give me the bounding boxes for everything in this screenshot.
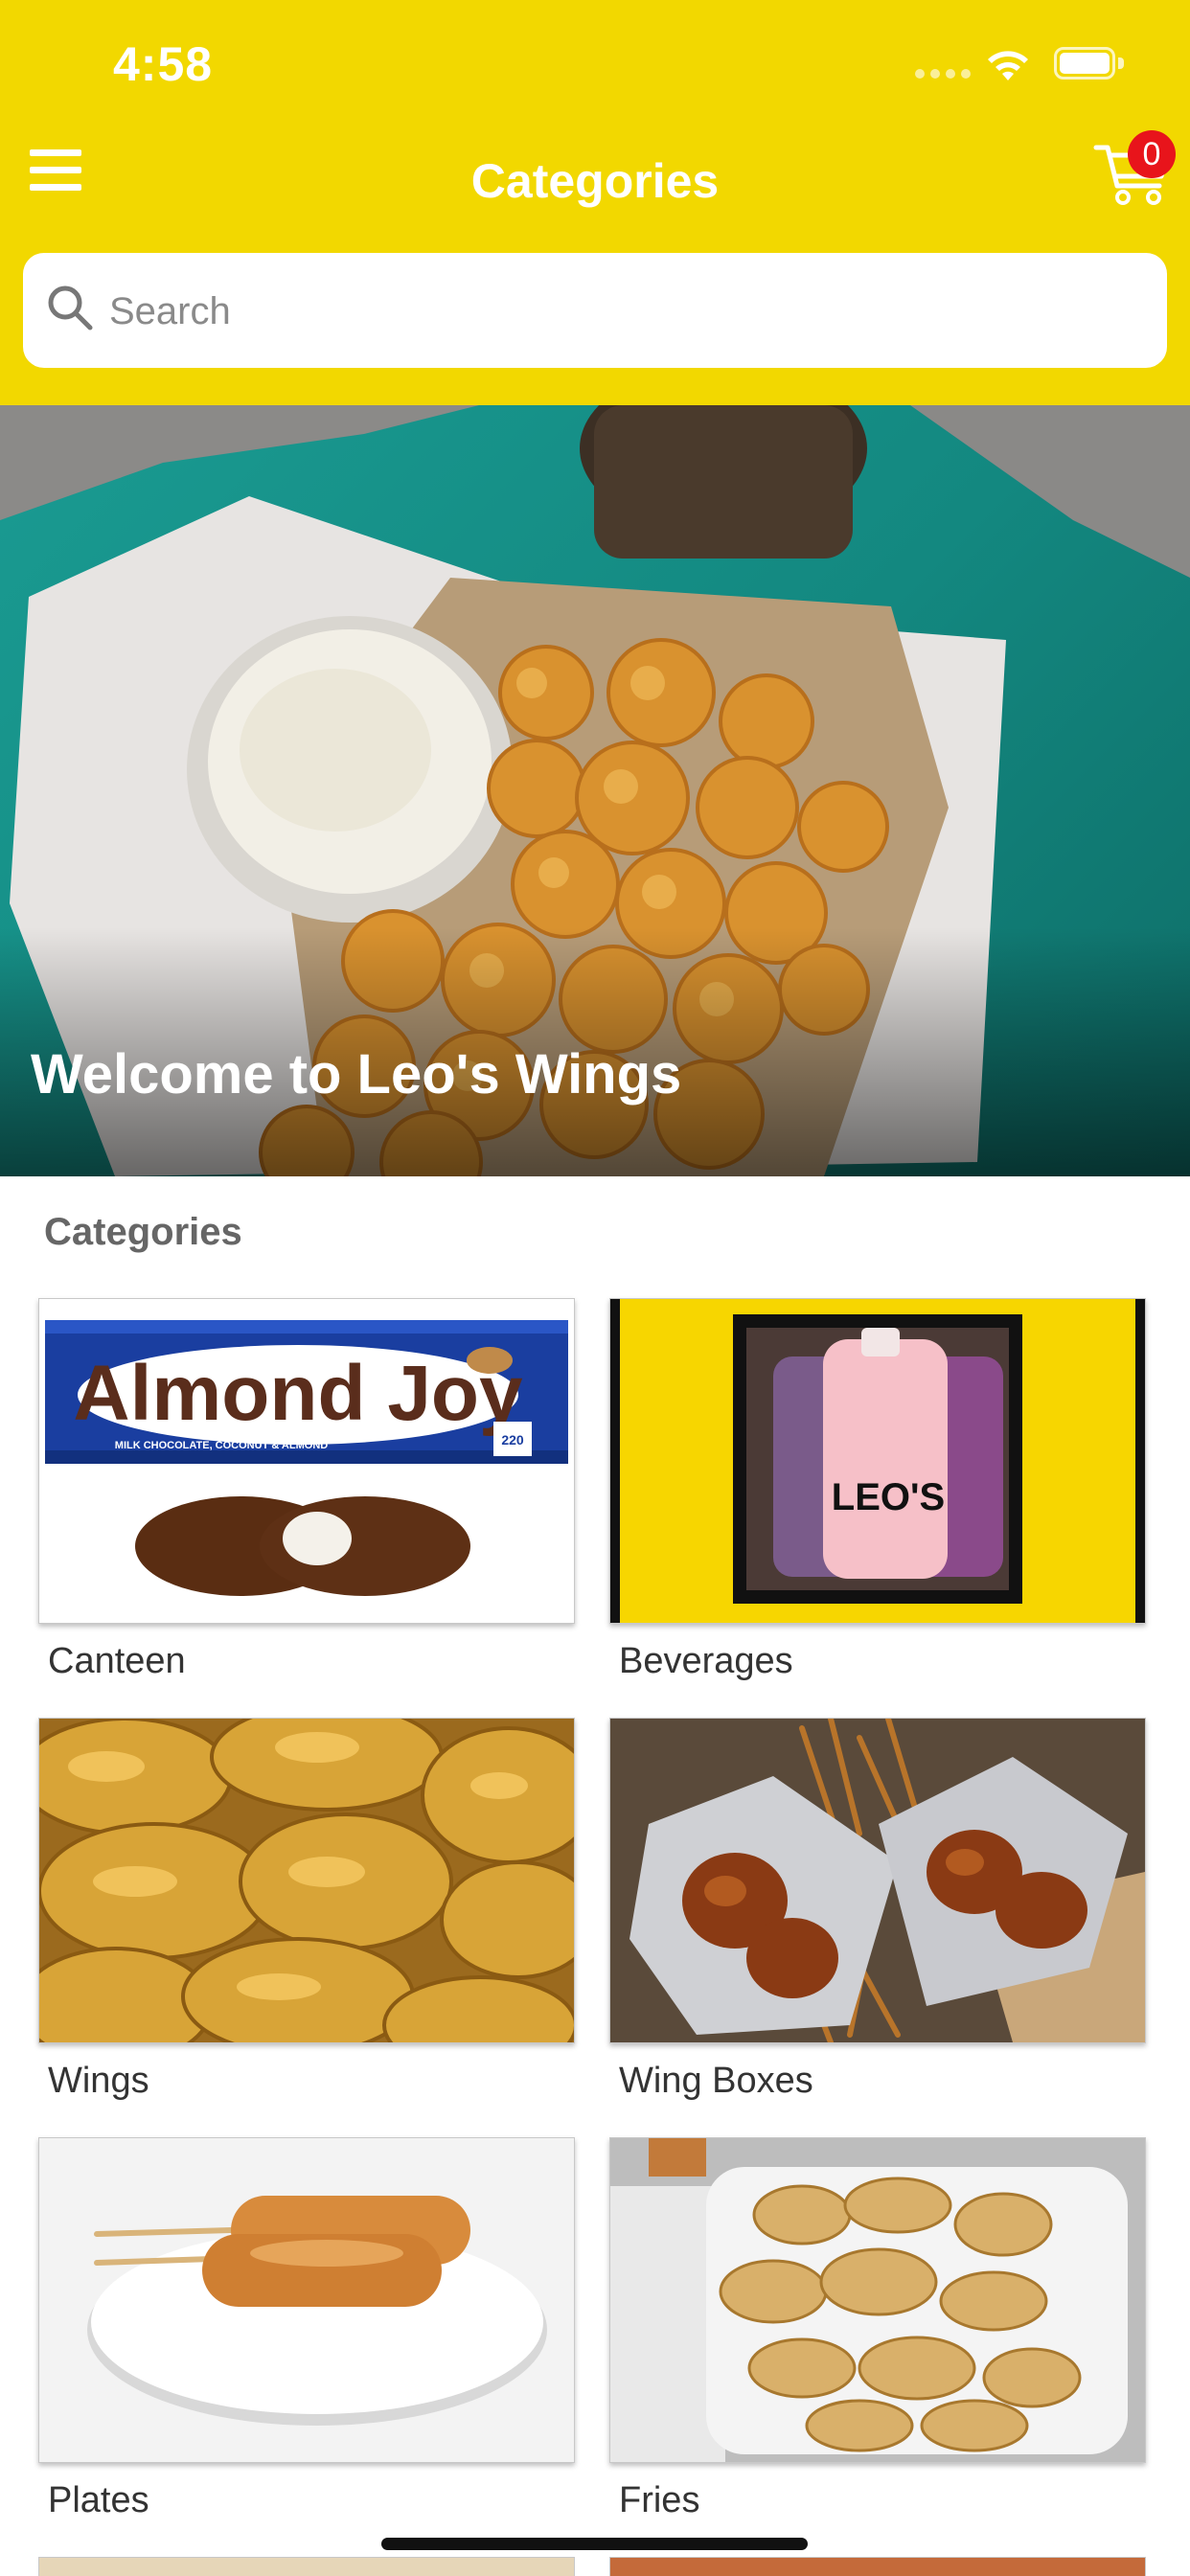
categories-heading: Categories xyxy=(44,1211,242,1253)
cart-count-badge: 0 xyxy=(1128,130,1176,178)
category-card-canteen[interactable]: Almond Joy MILK CHOCOLATE, COCONUT & ALM… xyxy=(38,1298,575,1682)
category-label-wing-boxes: Wing Boxes xyxy=(619,2061,813,2101)
search-input[interactable] xyxy=(107,253,1146,370)
battery-icon xyxy=(1054,47,1127,81)
home-indicator[interactable] xyxy=(381,2538,808,2550)
category-image-beverages: LEO'S xyxy=(609,1298,1146,1624)
category-label-canteen: Canteen xyxy=(48,1641,186,1681)
category-image-canteen: Almond Joy MILK CHOCOLATE, COCONUT & ALM… xyxy=(38,1298,575,1624)
page-title: Categories xyxy=(470,154,720,208)
category-card-beverages[interactable]: LEO'S Beverages xyxy=(609,1298,1146,1682)
cellular-signal-icon xyxy=(915,69,971,80)
wifi-icon xyxy=(988,51,1028,80)
category-card-wing-boxes[interactable]: Wing Boxes xyxy=(609,1718,1146,2102)
category-label-plates: Plates xyxy=(48,2480,149,2520)
category-card-fries[interactable]: Fries xyxy=(609,2137,1146,2521)
hero-banner: Welcome to Leo's Wings xyxy=(0,405,1190,1176)
category-card-wings[interactable]: Wings xyxy=(38,1718,575,2102)
category-label-wings: Wings xyxy=(48,2061,149,2101)
search-icon xyxy=(48,285,93,331)
status-time: 4:58 xyxy=(113,37,214,91)
category-card-partial[interactable] xyxy=(609,2557,1146,2576)
hero-title: Welcome to Leo's Wings xyxy=(31,1043,682,1106)
calorie-badge: 220 xyxy=(501,1432,524,1448)
category-image-wings xyxy=(38,1718,575,2043)
category-image-fries xyxy=(609,2137,1146,2463)
category-label-fries: Fries xyxy=(619,2480,700,2520)
category-label-beverages: Beverages xyxy=(619,1641,793,1681)
app-header: 4:58 Categories 0 xyxy=(0,0,1190,405)
category-card-partial[interactable] xyxy=(38,2557,575,2576)
search-bar[interactable] xyxy=(23,253,1167,370)
category-image-plates xyxy=(38,2137,575,2463)
leos-logo-text: LEO'S xyxy=(832,1476,945,1518)
category-image-wing-boxes xyxy=(609,1718,1146,2043)
almond-joy-subtext: MILK CHOCOLATE, COCONUT & ALMOND xyxy=(115,1440,328,1451)
category-card-plates[interactable]: Plates xyxy=(38,2137,575,2521)
almond-joy-wordmark: Almond Joy xyxy=(73,1350,523,1437)
